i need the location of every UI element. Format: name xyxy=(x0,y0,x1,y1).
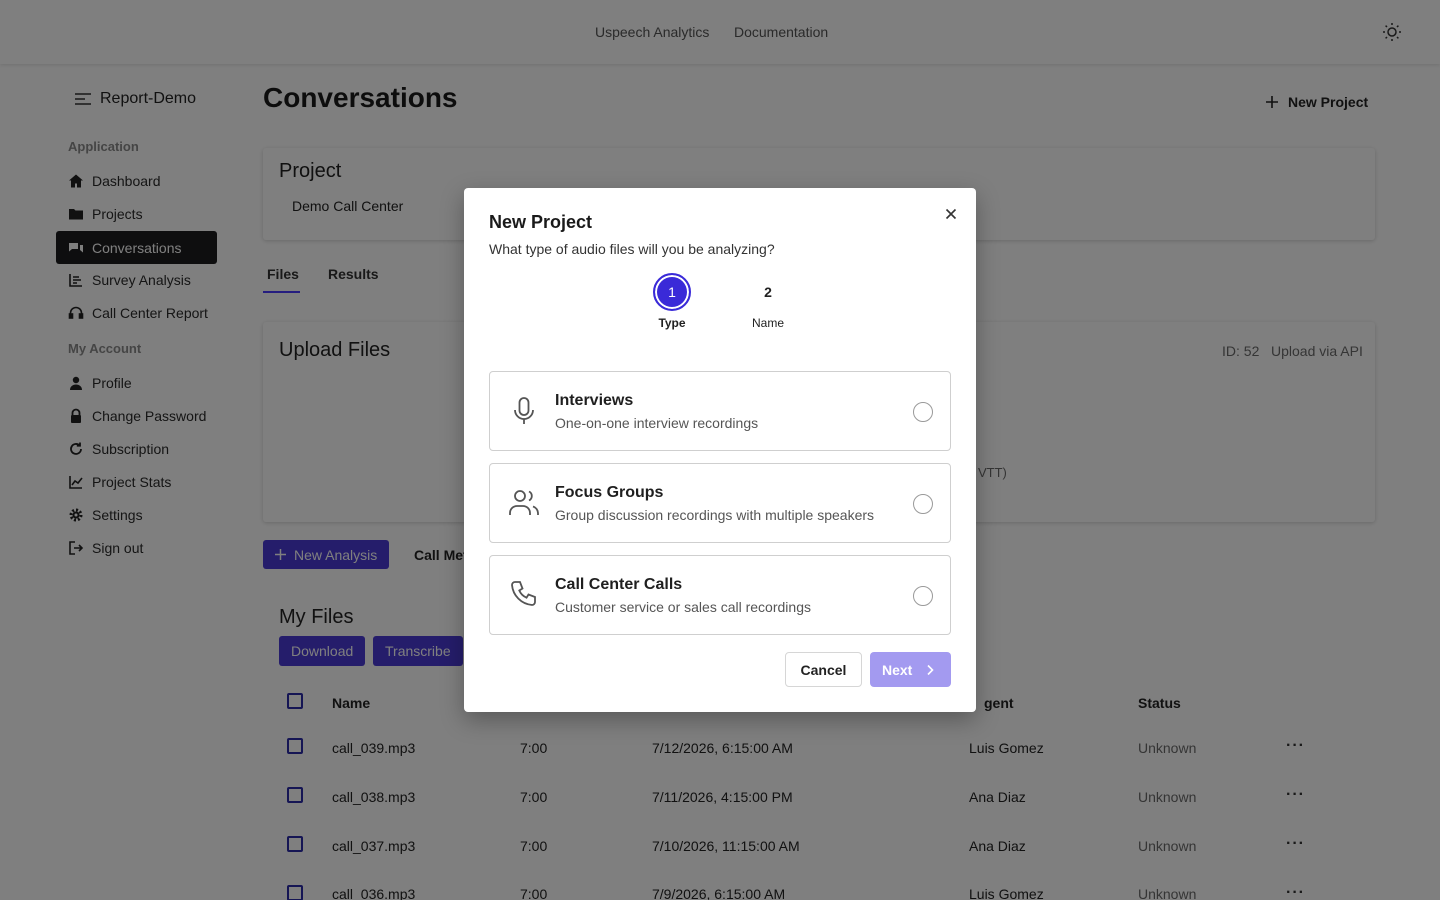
option-title: Interviews xyxy=(555,392,634,409)
option-focus-groups[interactable]: Focus Groups Group discussion recordings… xyxy=(489,463,951,543)
option-title: Call Center Calls xyxy=(555,576,683,593)
next-button-label: Next xyxy=(882,661,913,678)
option-radio[interactable] xyxy=(913,494,933,514)
close-icon[interactable] xyxy=(942,205,960,223)
option-interviews[interactable]: Interviews One-on-one interview recordin… xyxy=(489,371,951,451)
step-2-label: Name xyxy=(751,316,784,330)
option-call-center-calls[interactable]: Call Center Calls Customer service or sa… xyxy=(489,555,951,635)
cancel-button[interactable]: Cancel xyxy=(785,652,862,687)
microphone-icon xyxy=(514,397,534,424)
next-button[interactable]: Next xyxy=(870,652,951,687)
step-1-indicator: 1 xyxy=(653,273,691,311)
option-radio[interactable] xyxy=(913,402,933,422)
users-icon xyxy=(509,490,539,515)
step-2-indicator: 2 xyxy=(764,284,772,300)
dialog-subtitle: What type of audio files will you be ana… xyxy=(489,241,775,257)
chevron-right-icon xyxy=(927,664,934,675)
option-description: Group discussion recordings with multipl… xyxy=(555,507,875,523)
option-title: Focus Groups xyxy=(555,484,664,501)
option-description: Customer service or sales call recording… xyxy=(555,599,811,615)
step-1-label: Type xyxy=(658,316,686,330)
option-radio[interactable] xyxy=(913,586,933,606)
dialog-title: New Project xyxy=(489,212,593,232)
phone-icon xyxy=(511,581,536,606)
new-project-dialog: New Project What type of audio files wil… xyxy=(464,188,976,712)
option-description: One-on-one interview recordings xyxy=(555,415,759,431)
